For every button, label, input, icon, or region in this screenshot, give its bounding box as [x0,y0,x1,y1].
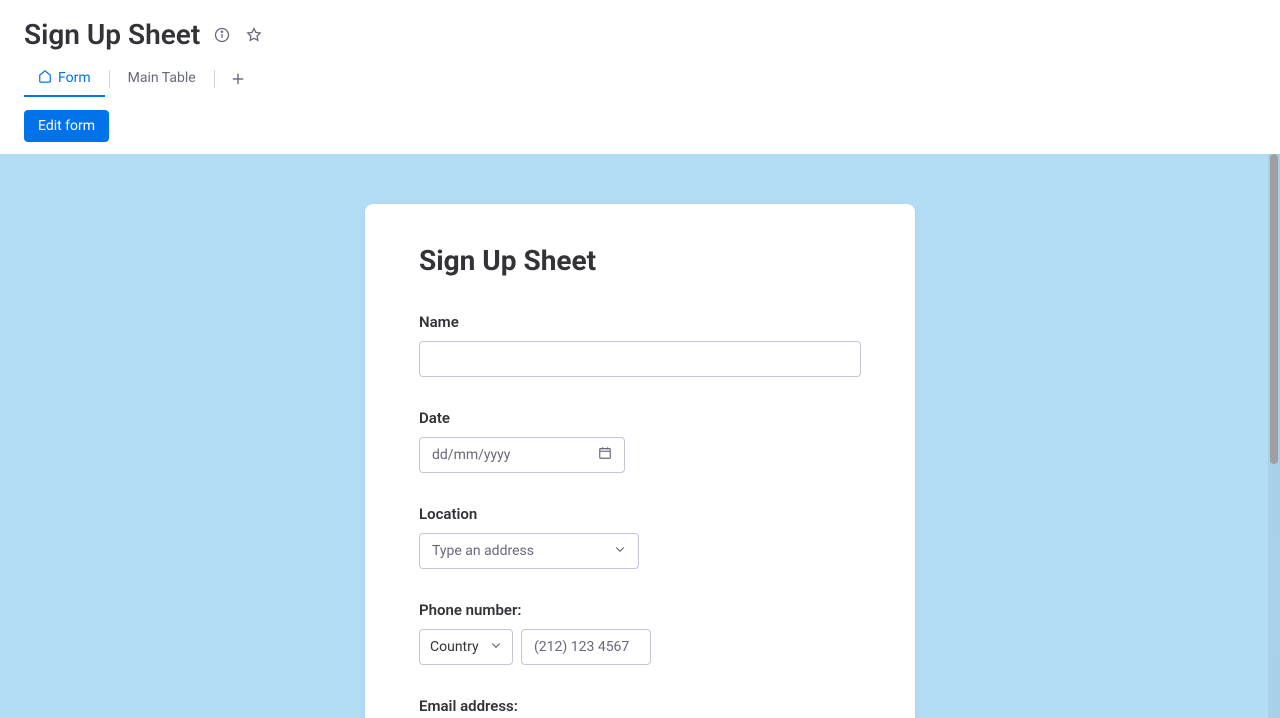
location-placeholder: Type an address [432,543,534,559]
star-icon[interactable] [244,25,264,45]
tab-divider [109,70,110,88]
add-tab-button[interactable] [219,64,257,94]
tab-form[interactable]: Form [24,61,105,97]
phone-label: Phone number: [419,601,861,619]
name-label: Name [419,313,861,331]
tab-divider [214,70,215,88]
form-card: Sign Up Sheet Name Date dd/mm/yyyy [365,204,915,718]
info-icon[interactable] [212,25,232,45]
field-location: Location Type an address [419,505,861,569]
date-placeholder: dd/mm/yyyy [432,447,510,463]
chevron-down-icon [614,543,626,559]
form-title: Sign Up Sheet [419,244,861,277]
country-label: Country [430,639,479,655]
field-phone: Phone number: Country (212) 123 4567 [419,601,861,665]
tab-main-table[interactable]: Main Table [114,62,210,96]
chevron-down-icon [490,639,502,655]
home-icon [38,69,52,87]
country-select[interactable]: Country [419,629,513,665]
phone-input[interactable]: (212) 123 4567 [521,629,651,665]
date-input[interactable]: dd/mm/yyyy [419,437,625,473]
date-label: Date [419,409,861,427]
tabs: Form Main Table [24,61,1256,98]
form-canvas: Sign Up Sheet Name Date dd/mm/yyyy [0,154,1280,718]
page-title: Sign Up Sheet [24,18,200,51]
tab-form-label: Form [58,70,91,86]
field-name: Name [419,313,861,377]
scrollbar-thumb[interactable] [1270,154,1278,464]
location-input[interactable]: Type an address [419,533,639,569]
location-label: Location [419,505,861,523]
edit-form-button[interactable]: Edit form [24,110,109,142]
name-input[interactable] [419,341,861,377]
calendar-icon [598,446,612,464]
phone-placeholder: (212) 123 4567 [534,639,629,655]
tab-main-table-label: Main Table [128,70,196,86]
scrollbar-track[interactable] [1268,154,1280,718]
field-date: Date dd/mm/yyyy [419,409,861,473]
